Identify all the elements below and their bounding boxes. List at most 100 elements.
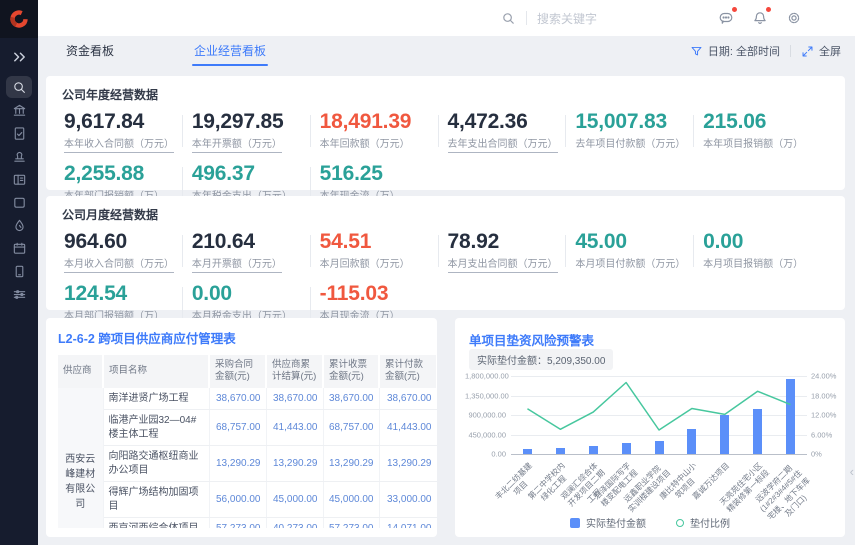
stat: 0.00本月项目报销额（万） <box>701 230 829 273</box>
stat-value: 54.51 <box>320 230 446 254</box>
stat-value: 0.00 <box>703 230 829 254</box>
table-row: 得辉广场结构加固项目56,000.0045,000.0045,000.0033,… <box>58 482 437 518</box>
card-title: 公司年度经营数据 <box>62 86 829 103</box>
sidebar-expand-icon[interactable] <box>6 46 32 68</box>
stat-label: 本月回款额（万元） <box>320 259 410 271</box>
chart-title: 单项目垫资风险预警表 <box>469 330 594 349</box>
stat-value: 210.64 <box>192 230 318 254</box>
device-icon[interactable] <box>6 260 32 282</box>
amount-cell[interactable]: 38,670.00 <box>266 388 323 410</box>
panel-collapse-icon[interactable]: ‹ <box>850 464 854 479</box>
bar-swatch-icon <box>570 518 580 528</box>
stat-label-link[interactable]: 去年支出合同额（万元） <box>448 139 558 153</box>
stat: 210.64 本月开票额（万元） <box>190 230 318 273</box>
stat-value: 4,472.36 <box>448 110 574 134</box>
document-check-icon[interactable] <box>6 122 32 144</box>
actual-advance-badge: 实际垫付金额：5,209,350.00 <box>469 349 613 370</box>
amount-cell[interactable]: 13,290.29 <box>379 446 437 482</box>
supplier-payable-card: L2-6-2 跨项目供应商应付管理表 供应商项目名称采购合同金额(元)供应商累计… <box>46 318 437 537</box>
monthly-data-card: 公司月度经营数据 964.60本月收入合同额（万元）210.64本月开票额（万元… <box>46 196 845 310</box>
amount-cell[interactable]: 38,670.00 <box>379 388 437 410</box>
risk-warning-card: 单项目垫资风险预警表 实际垫付金额：5,209,350.00 1,800,000… <box>455 318 845 537</box>
amount-cell[interactable]: 45,000.00 <box>266 482 323 518</box>
drop-icon[interactable] <box>6 214 32 236</box>
stat-label-link[interactable]: 本月支出合同额（万元） <box>448 259 558 273</box>
stat-value: 2,255.88 <box>64 162 190 186</box>
stat-value: 18,491.39 <box>320 110 446 134</box>
fullscreen-label: 全屏 <box>819 43 841 59</box>
bank-icon[interactable] <box>6 99 32 121</box>
date-filter[interactable]: 日期: 全部时间 <box>690 43 780 59</box>
stat-value: 516.25 <box>320 162 446 186</box>
tab-enterprise-board[interactable]: 企业经营看板 <box>184 36 276 66</box>
y-axis-tick-left: 0.00 <box>465 450 506 459</box>
line-advance-ratio <box>511 376 807 454</box>
folder-icon[interactable] <box>6 191 32 213</box>
stat: 4,472.36 去年支出合同额（万元） <box>446 110 574 153</box>
column-header: 项目名称 <box>103 355 209 388</box>
logo-c-icon <box>9 9 29 29</box>
stat-label-link[interactable]: 本月收入合同额（万元） <box>64 259 174 273</box>
fullscreen-button[interactable]: 全屏 <box>801 43 841 59</box>
messages-icon[interactable] <box>717 9 735 27</box>
amount-cell[interactable]: 40,273.00 <box>266 518 323 528</box>
stat: 19,297.85本年开票额（万元） <box>190 110 318 153</box>
amount-cell[interactable]: 38,670.00 <box>323 388 379 410</box>
tab-funds-board[interactable]: 资金看板 <box>56 36 124 66</box>
notification-dot <box>732 7 737 12</box>
amount-cell[interactable]: 33,000.00 <box>379 482 437 518</box>
y-axis-tick-right: 0% <box>811 450 822 459</box>
divider <box>526 11 527 25</box>
stat: 15,007.83去年项目付款额（万元） <box>573 110 701 153</box>
amount-cell[interactable]: 68,757.00 <box>323 410 379 446</box>
sidebar <box>0 0 38 545</box>
calendar-icon[interactable] <box>6 237 32 259</box>
supplier-table: 供应商项目名称采购合同金额(元)供应商累计结算(元)累计收票金额(元)累计付款金… <box>58 355 437 528</box>
stat-value: 45.00 <box>575 230 701 254</box>
search-icon[interactable] <box>6 76 32 98</box>
stat-value: 964.60 <box>64 230 190 254</box>
stat-label: 本年项目报销额（万） <box>703 139 803 151</box>
settings-icon[interactable] <box>785 9 803 27</box>
tab-bar: 资金看板 企业经营看板 日期: 全部时间 全屏 <box>38 36 855 66</box>
fullscreen-icon <box>801 45 814 58</box>
amount-cell[interactable]: 13,290.29 <box>266 446 323 482</box>
search-input[interactable]: 搜索关键字 <box>537 10 597 27</box>
sliders-icon[interactable] <box>6 283 32 305</box>
global-search[interactable]: 搜索关键字 <box>501 10 597 27</box>
amount-cell[interactable]: 38,670.00 <box>209 388 266 410</box>
amount-cell[interactable]: 14,071.00 <box>379 518 437 528</box>
notifications-icon[interactable] <box>751 9 769 27</box>
stat-label-link[interactable]: 本年收入合同额（万元） <box>64 139 174 153</box>
combo-chart: 1,800,000.0024.00%1,350,000.0018.00%900,… <box>465 376 839 516</box>
project-name-cell: 向阳路交通枢纽商业办公项目 <box>103 446 209 482</box>
amount-cell[interactable]: 56,000.00 <box>209 482 266 518</box>
y-axis-tick-right: 6.00% <box>811 430 832 439</box>
amount-cell[interactable]: 57,273.00 <box>209 518 266 528</box>
amount-cell[interactable]: 41,443.00 <box>379 410 437 446</box>
project-name-cell: 南洋进贤广场工程 <box>103 388 209 410</box>
table-row: 西京河西综合体项目57,273.0040,273.0057,273.0014,0… <box>58 518 437 528</box>
table-row: 临港产业园32—04#楼主体工程68,757.0041,443.0068,757… <box>58 410 437 446</box>
y-axis-tick-left: 1,800,000.00 <box>465 372 506 381</box>
stat-label-link[interactable]: 本年开票额（万元） <box>192 139 282 153</box>
amount-cell[interactable]: 13,290.29 <box>209 446 266 482</box>
legend-item-line[interactable]: 垫付比例 <box>676 515 730 530</box>
app-logo <box>0 0 38 38</box>
legend-item-bar[interactable]: 实际垫付金额 <box>570 515 646 530</box>
amount-cell[interactable]: 57,273.00 <box>323 518 379 528</box>
stat-value: 78.92 <box>448 230 574 254</box>
column-header: 采购合同金额(元) <box>209 355 266 388</box>
date-filter-label: 日期: 全部时间 <box>708 43 780 59</box>
filter-icon <box>690 45 703 58</box>
stat-label-link[interactable]: 本月开票额（万元） <box>192 259 282 273</box>
top-bar: 搜索关键字 <box>38 0 855 36</box>
amount-cell[interactable]: 68,757.00 <box>209 410 266 446</box>
amount-cell[interactable]: 13,290.29 <box>323 446 379 482</box>
gridline <box>511 454 807 455</box>
amount-cell[interactable]: 45,000.00 <box>323 482 379 518</box>
dashboard-icon[interactable] <box>6 168 32 190</box>
avatar[interactable] <box>819 7 841 29</box>
amount-cell[interactable]: 41,443.00 <box>266 410 323 446</box>
seal-icon[interactable] <box>6 145 32 167</box>
